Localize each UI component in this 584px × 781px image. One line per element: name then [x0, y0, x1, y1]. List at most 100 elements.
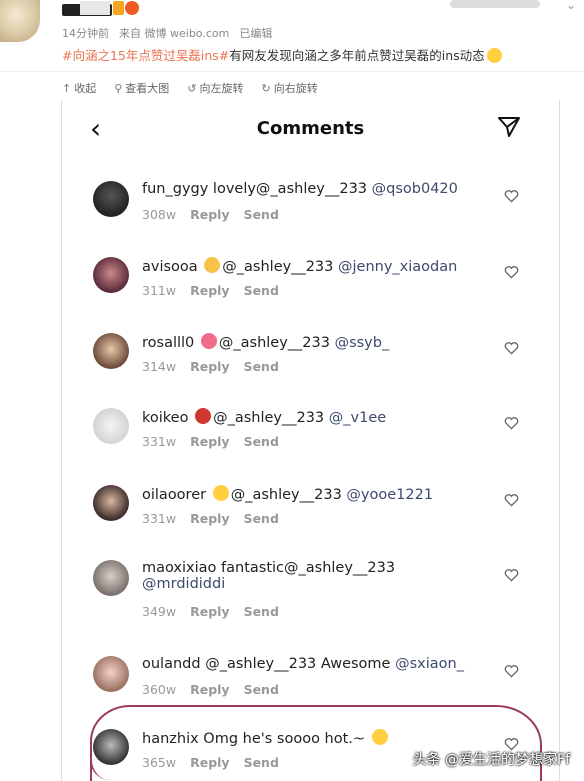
comment-body: fantastic@_ashley__233 [221, 560, 396, 576]
heart-icon[interactable] [504, 664, 519, 678]
comment-mention[interactable]: @ssyb_ [335, 335, 390, 351]
collapse-button[interactable]: ↑ 收起 [62, 80, 96, 96]
comment-username[interactable]: avisooa [142, 259, 202, 275]
rotate-left-button[interactable]: ↺ 向左旋转 [187, 80, 243, 96]
commenter-avatar[interactable] [93, 408, 129, 444]
member-badge-icon [125, 1, 139, 15]
comment-mention[interactable]: @_v1ee [329, 410, 386, 426]
heart-icon[interactable] [504, 493, 519, 507]
comment-mention[interactable]: @sxiaon_ [395, 656, 464, 672]
post-text: #向涵之15年点赞过吴磊ins#有网友发现向涵之多年前点赞过吴磊的ins动态 [62, 45, 502, 64]
divider [0, 71, 584, 72]
commenter-avatar[interactable] [93, 257, 129, 293]
chevron-down-icon[interactable]: ⌄ [566, 0, 576, 12]
dancer-emoji-icon [195, 408, 212, 424]
ig-header: ‹ Comments [62, 100, 559, 156]
watermark: 头条 @爱生活的梦想家Ff [412, 752, 570, 768]
comment-mention[interactable]: @qsob0420 [372, 181, 458, 197]
heart-icon[interactable] [504, 568, 519, 582]
comment-time: 331w [142, 434, 177, 449]
rotate-left-icon: ↺ [187, 81, 197, 95]
send-button[interactable]: Send [244, 207, 279, 222]
comment-mention[interactable]: @jenny_xiaodan [338, 259, 457, 275]
user-avatar[interactable] [0, 0, 40, 42]
send-button[interactable]: Send [244, 359, 279, 374]
comment-username[interactable]: maoxixiao [142, 560, 221, 576]
comment-body: @_ashley__233 [230, 487, 347, 503]
commenter-avatar[interactable] [93, 485, 129, 521]
highlight-circle [90, 705, 542, 781]
comment-body: lovely@_ashley__233 [212, 181, 372, 197]
comment-username[interactable]: rosalll0 [142, 335, 199, 351]
view-large-button[interactable]: ⚲ 查看大图 [114, 80, 169, 96]
rotate-left-label: 向左旋转 [199, 82, 244, 95]
heart-icon[interactable] [504, 265, 519, 279]
send-button[interactable]: Send [244, 283, 279, 298]
comment-meta: 331w Reply Send [142, 434, 279, 449]
collapse-label: 收起 [74, 82, 97, 95]
comment-meta: 308w Reply Send [142, 207, 279, 222]
heart-icon[interactable] [504, 189, 519, 203]
comment-row: maoxixiao fantastic@_ashley__233 @mrdidi… [62, 560, 559, 630]
reply-button[interactable]: Reply [190, 359, 229, 374]
vip-badge-icon [113, 1, 124, 15]
post-time: 14分钟前 [62, 27, 109, 40]
comment-time: 331w [142, 511, 177, 526]
reply-button[interactable]: Reply [190, 207, 229, 222]
reply-button[interactable]: Reply [190, 434, 229, 449]
comment-row: oilaoorer @_ashley__233 @yooe1221 331w Rep… [62, 485, 559, 555]
comment-row: rosalll0 @_ashley__233 @ssyb_ 314w Reply Se… [62, 333, 559, 403]
arrow-up-icon: ↑ [62, 81, 72, 95]
comment-time: 314w [142, 359, 177, 374]
comment-meta: 314w Reply Send [142, 359, 279, 374]
send-button[interactable]: Send [244, 511, 279, 526]
username-blur [80, 1, 110, 15]
rotate-right-icon: ↻ [261, 81, 271, 95]
comment-text: maoxixiao fantastic@_ashley__233 @mrdidi… [142, 560, 395, 592]
commenter-avatar[interactable] [93, 181, 129, 217]
comment-meta: 311w Reply Send [142, 283, 279, 298]
comment-body: @_ashley__233 Awesome [205, 656, 396, 672]
heart-icon[interactable] [504, 416, 519, 430]
send-button[interactable]: Send [244, 434, 279, 449]
post-source[interactable]: 来自 微博 weibo.com [119, 27, 229, 40]
comment-text: rosalll0 @_ashley__233 @ssyb_ [142, 333, 389, 351]
sunglasses-emoji-icon [212, 485, 229, 501]
comment-username[interactable]: oulandd [142, 656, 205, 672]
rotate-right-button[interactable]: ↻ 向右旋转 [262, 80, 318, 96]
paper-plane-icon [498, 117, 520, 137]
commenter-avatar[interactable] [93, 560, 129, 596]
send-button[interactable]: Send [244, 682, 279, 697]
comment-username[interactable]: fun_gygy [142, 181, 213, 197]
rotate-right-label: 向右旋转 [273, 82, 318, 95]
send-button[interactable]: Send [244, 604, 279, 619]
comment-mention[interactable]: @yooe1221 [346, 487, 433, 503]
comment-text: koikeo @_ashley__233 @_v1ee [142, 408, 386, 426]
post-edited[interactable]: 已编辑 [239, 27, 272, 40]
post-image[interactable]: ‹ Comments fun_gygy lovely@_ashley__233 … [61, 100, 560, 781]
thinking-emoji-icon [486, 48, 502, 63]
comment-meta: 331w Reply Send [142, 511, 279, 526]
reply-button[interactable]: Reply [190, 604, 229, 619]
comment-text: oulandd @_ashley__233 Awesome @sxiaon_ [142, 656, 464, 672]
comment-mention[interactable]: @mrdididdi [142, 576, 395, 592]
comment-row: koikeo @_ashley__233 @_v1ee 331w Reply Send [62, 408, 559, 478]
comment-text: fun_gygy lovely@_ashley__233 @qsob0420 [142, 181, 458, 197]
comment-body: @_ashley__233 [218, 335, 335, 351]
magnifier-icon: ⚲ [114, 81, 123, 95]
hashtag-link[interactable]: #向涵之15年点赞过吴磊ins# [62, 48, 229, 63]
reply-button[interactable]: Reply [190, 682, 229, 697]
heart-emoji-icon [200, 333, 217, 349]
comment-text: oilaoorer @_ashley__233 @yooe1221 [142, 485, 433, 503]
reply-button[interactable]: Reply [190, 283, 229, 298]
comment-body: @_ashley__233 [222, 259, 338, 275]
commenter-avatar[interactable] [93, 333, 129, 369]
reply-button[interactable]: Reply [190, 511, 229, 526]
victory-hand-emoji-icon [204, 257, 221, 273]
comment-username[interactable]: oilaoorer [142, 487, 211, 503]
heart-icon[interactable] [504, 341, 519, 355]
comment-time: 360w [142, 682, 177, 697]
commenter-avatar[interactable] [93, 656, 129, 692]
comment-username[interactable]: koikeo [142, 410, 193, 426]
comment-time: 311w [142, 283, 177, 298]
